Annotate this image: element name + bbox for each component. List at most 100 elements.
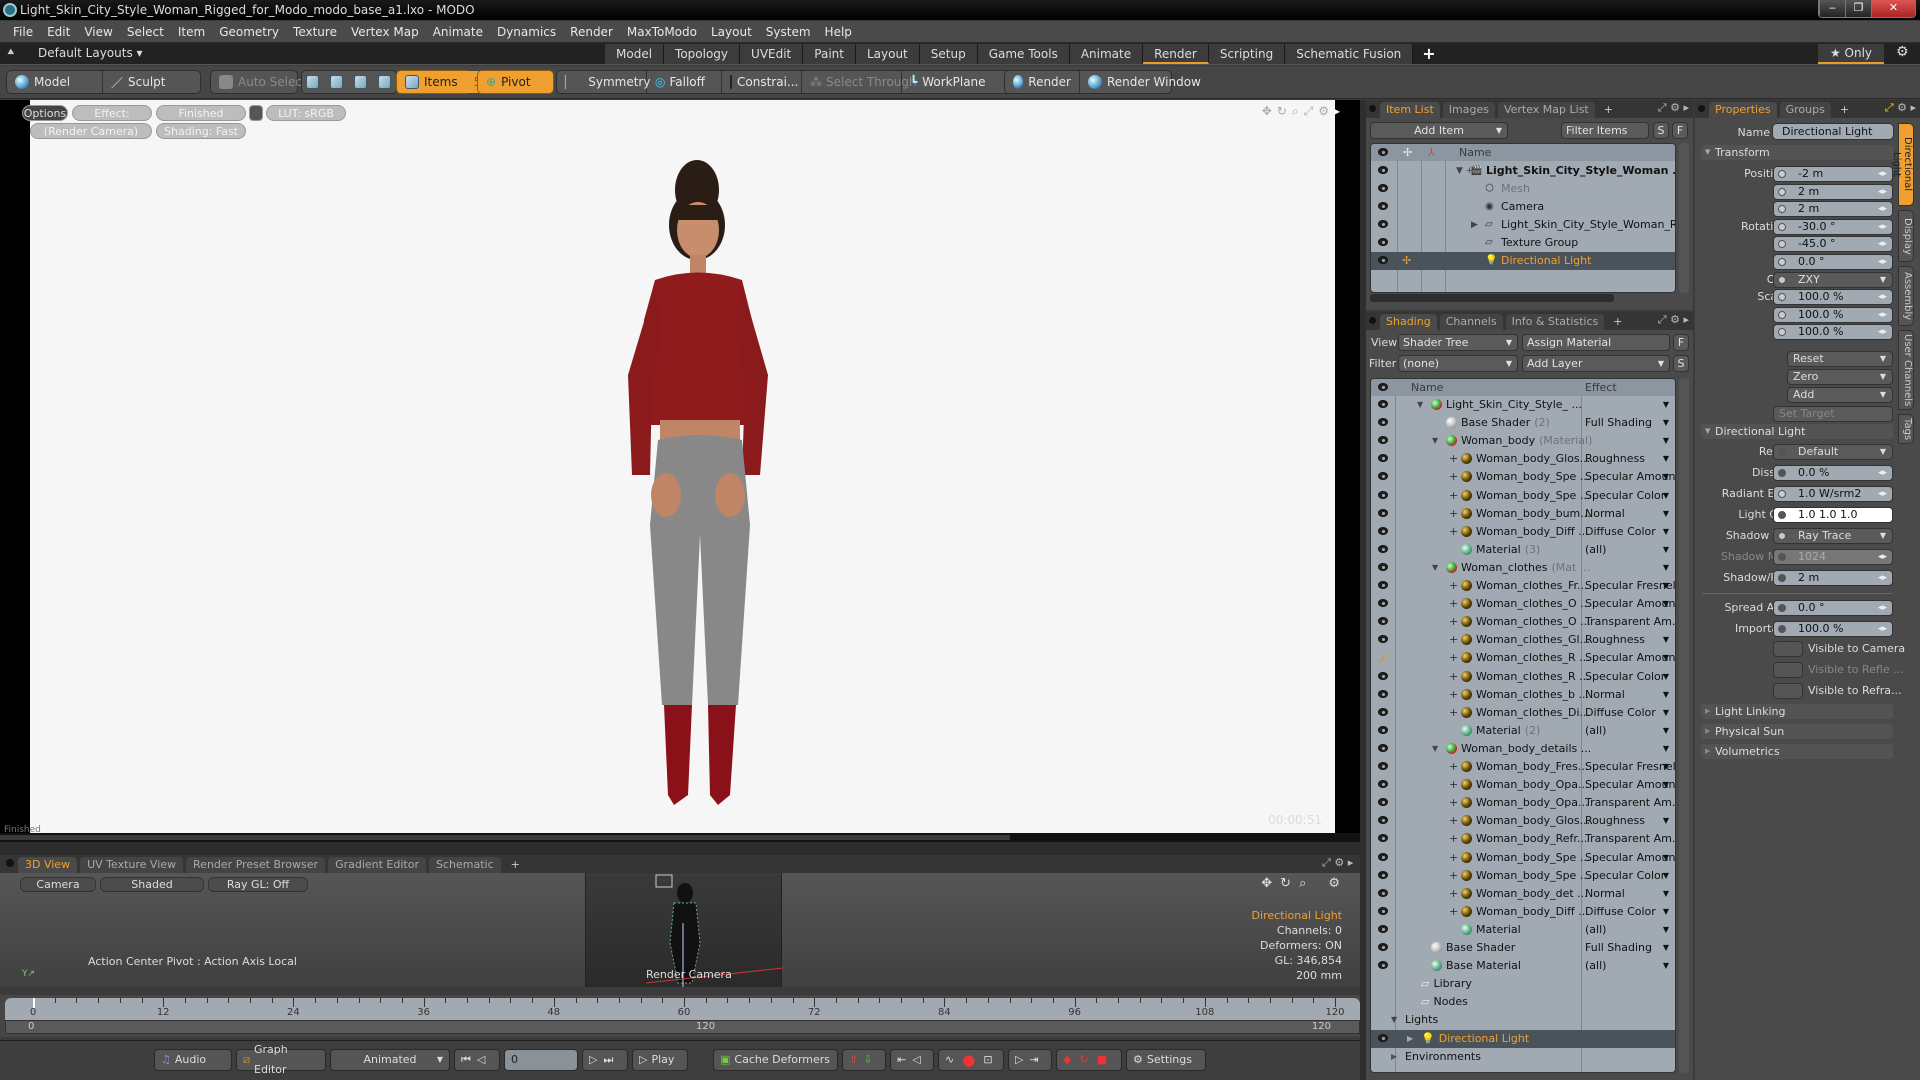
add-layout-tab-button[interactable]: + [1413, 44, 1444, 64]
zoom-icon[interactable]: ⌕ [1292, 104, 1299, 119]
assign-material-button[interactable]: Assign Material [1522, 334, 1670, 351]
filter-items-input[interactable]: Filter Items [1561, 122, 1649, 139]
plus-icon[interactable]: + [1449, 758, 1458, 776]
effect-dropdown-icon[interactable]: ▼ [1663, 704, 1669, 722]
visibility-eye-icon[interactable] [1378, 906, 1388, 915]
reset-reset-dropdown[interactable]: Reset ▼ [1787, 351, 1893, 367]
drag-arrows-icon[interactable]: ◂▸ [1878, 185, 1887, 199]
effect-dropdown-icon[interactable]: ▼ [1663, 939, 1669, 957]
add-tab-button[interactable]: + [1834, 102, 1855, 118]
shader-row[interactable]: ▼ Woman_body (Material) ▼ [1371, 432, 1675, 450]
visibility-eye-icon[interactable] [1378, 961, 1388, 970]
animate-dot-icon[interactable] [1778, 187, 1786, 196]
add-tab-button[interactable]: + [1598, 102, 1619, 118]
key-down-icon[interactable]: ⇩ [863, 1050, 872, 1070]
item-list-scrollbar[interactable] [1679, 143, 1689, 293]
s-button[interactable]: S [1653, 122, 1669, 139]
playhead[interactable] [33, 998, 35, 1008]
plus-icon[interactable]: + [1449, 830, 1458, 848]
tab-groups[interactable]: Groups [1779, 102, 1831, 118]
tab-images[interactable]: Images [1442, 102, 1495, 118]
plus-icon[interactable]: + [1449, 849, 1458, 867]
falloff-button[interactable]: ◎ Falloff [647, 71, 722, 93]
timeline[interactable]: 0 12 24 36 48 60 72 84 96 108 120 0 120 120 [0, 995, 1360, 1037]
plus-icon[interactable]: + [1449, 686, 1458, 704]
item-row[interactable]: ✢ 💡 Directional Light [1371, 252, 1675, 270]
tab-vertex-map-list[interactable]: Vertex Map List [1497, 102, 1595, 118]
minimize-button[interactable]: ‒ [1819, 0, 1845, 17]
plus-icon[interactable]: + [1449, 631, 1458, 649]
shader-row[interactable]: + Woman_body_Glos... Roughness ▼ [1371, 450, 1675, 468]
add-tab-button[interactable]: + [1607, 314, 1628, 330]
shader-row[interactable]: + Woman_body_Spe ... Specular Color ▼ [1371, 867, 1675, 885]
drag-arrows-icon[interactable]: ◂▸ [1878, 308, 1887, 322]
f-button[interactable]: F [1672, 122, 1688, 139]
tab-item-list[interactable]: Item List [1380, 102, 1440, 118]
effect-dropdown-icon[interactable]: ▼ [1663, 722, 1669, 740]
plus-icon[interactable]: + [1449, 867, 1458, 885]
shader-row[interactable]: Material (all) ▼ [1371, 921, 1675, 939]
prev-keyframe-icon[interactable]: ⇤ [897, 1050, 906, 1070]
visibility-eye-icon[interactable] [1378, 888, 1388, 897]
visibility-eye-icon[interactable] [1378, 943, 1388, 951]
tab-3d-view[interactable]: 3D View [18, 857, 78, 873]
visibility-eye-icon[interactable] [1378, 490, 1388, 499]
visibility-eye-icon[interactable] [1378, 852, 1388, 861]
menu-animate[interactable]: Animate [426, 25, 490, 39]
plus-icon[interactable]: + [1449, 649, 1458, 667]
expand-arrow-icon[interactable]: ▶ [1471, 216, 1478, 234]
property-field[interactable]: 1024 ◂▸ [1773, 549, 1893, 565]
shader-row[interactable]: + Woman_body_bum... Normal ▼ [1371, 505, 1675, 523]
menu-render[interactable]: Render [563, 25, 620, 39]
menu-file[interactable]: File [6, 25, 40, 39]
plus-icon[interactable]: + [1449, 487, 1458, 505]
shader-row[interactable]: ▼ Light_Skin_City_Style_ ... ▼ [1371, 396, 1675, 414]
drag-arrows-icon[interactable]: ◂▸ [1878, 550, 1887, 564]
expand-arrow-icon[interactable]: ▸ [1334, 104, 1340, 119]
visibility-eye-icon[interactable] [1378, 166, 1388, 174]
effect-dropdown-icon[interactable]: ▼ [1663, 776, 1669, 794]
shader-row[interactable]: + Woman_body_Opa... Specular Amount ▼ [1371, 776, 1675, 794]
reset-add-dropdown[interactable]: Add ▼ [1787, 387, 1893, 403]
panel-menu-dot-icon[interactable] [6, 859, 14, 867]
visibility-eye-icon[interactable] [1378, 202, 1388, 210]
item-row[interactable]: ◉ Camera [1371, 198, 1675, 216]
plus-icon[interactable]: + [1449, 794, 1458, 812]
property-field[interactable]: 2 m ◂▸ [1773, 570, 1893, 586]
visibility-eye-icon[interactable] [1378, 454, 1388, 463]
visibility-eye-icon[interactable] [1378, 508, 1388, 517]
collapsed-section[interactable]: ▶ Volumetrics [1701, 744, 1893, 759]
settings-button[interactable]: ⚙ Settings [1126, 1049, 1206, 1071]
expand-arrow-icon[interactable]: ▼ [1432, 740, 1438, 758]
shader-row[interactable]: + Woman_body_Glos... Roughness ▼ [1371, 812, 1675, 830]
curve-icon[interactable]: ∿ [945, 1050, 954, 1070]
auto-key-icon[interactable]: ⊡ [983, 1050, 992, 1070]
visibility-eye-icon[interactable] [1378, 581, 1388, 589]
animate-dot-icon[interactable] [1778, 258, 1786, 266]
shader-row[interactable]: + Woman_clothes_Gl... Roughness ▼ [1371, 631, 1675, 649]
menu-edit[interactable]: Edit [40, 25, 77, 39]
menu-system[interactable]: System [759, 25, 818, 39]
vertices-mode-icon[interactable] [306, 75, 319, 89]
animate-dot-icon[interactable] [1778, 275, 1786, 284]
effect-dropdown-icon[interactable]: ▼ [1663, 957, 1669, 975]
plus-icon[interactable]: + [1449, 450, 1458, 468]
shader-row[interactable]: + Woman_clothes_O ... Specular Amount ▼ [1371, 595, 1675, 613]
effect-dropdown-icon[interactable]: ▼ [1663, 559, 1669, 577]
camera-view-dropdown[interactable]: Camera [20, 877, 96, 892]
key-set-icon[interactable]: ◆ [1063, 1050, 1071, 1070]
plus-icon[interactable]: + [1449, 468, 1458, 486]
scrollbar-thumb[interactable] [0, 835, 1010, 840]
shader-row[interactable]: ▼ Woman_body_details ... ▼ [1371, 740, 1675, 758]
property-field[interactable]: 100.0 % ◂▸ [1773, 621, 1893, 637]
cache-deformers-button[interactable]: ▣ Cache Deformers [713, 1049, 838, 1071]
shader-row[interactable]: Material (2) (all) ▼ [1371, 722, 1675, 740]
close-button[interactable]: ✕ [1871, 0, 1915, 17]
shader-row[interactable]: + Woman_body_Spe ... Specular Amount ▼ [1371, 468, 1675, 486]
gear-icon[interactable]: ⚙ [1670, 101, 1680, 114]
expand-arrow-icon[interactable]: ▶ [1391, 1048, 1397, 1066]
item-row[interactable]: ▼ + 🎬 Light_Skin_City_Style_Woman ... [1371, 162, 1675, 180]
effect-dropdown-icon[interactable]: ▼ [1663, 432, 1669, 450]
polygons-mode-icon[interactable] [354, 75, 367, 89]
first-frame-icon[interactable]: ⏮ [461, 1050, 471, 1070]
